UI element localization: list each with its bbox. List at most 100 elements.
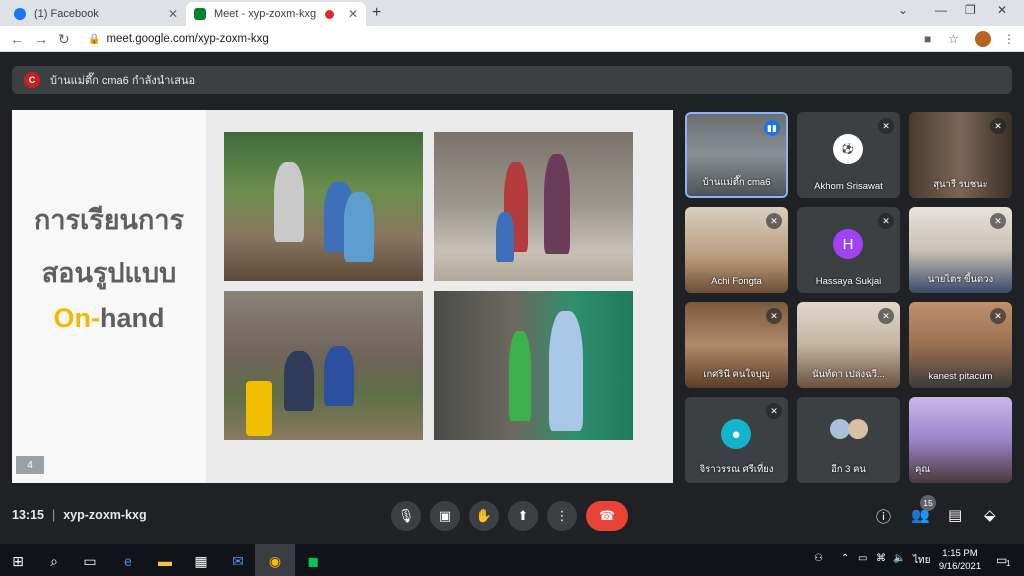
more-participants-tile[interactable]: อีก 3 คน	[797, 397, 900, 483]
page-number: 4	[16, 456, 44, 474]
participant-tile[interactable]: ✕ นันท์ดา เปล่งฉวี...	[797, 302, 900, 388]
slide-photo	[224, 132, 423, 281]
people-icon[interactable]: 👥	[911, 506, 930, 524]
activities-icon[interactable]: ⬙	[984, 506, 996, 524]
camera-button[interactable]: ▣	[430, 501, 460, 531]
slide-title-line: การเรียนการ	[33, 205, 185, 235]
minimize-icon[interactable]: —	[935, 3, 947, 17]
language-indicator[interactable]: ไทย	[913, 553, 930, 568]
participant-name: Achi Fongta	[711, 276, 762, 287]
volume-icon[interactable]: 🔈	[893, 553, 905, 564]
forward-icon[interactable]: →	[34, 31, 48, 47]
tab-facebook[interactable]: (1) Facebook ✕	[6, 2, 186, 26]
network-icon[interactable]: ⌘	[876, 553, 886, 564]
participant-name: คุณ	[915, 464, 931, 475]
slide-photo	[434, 132, 633, 281]
people-tray-icon[interactable]: ⚇	[814, 553, 823, 564]
windows-start-icon[interactable]: ⊞	[9, 552, 27, 570]
back-icon[interactable]: ←	[10, 31, 24, 47]
participant-tile[interactable]: H ✕ Hassaya Sukjai	[797, 207, 900, 293]
mic-off-icon: ✕	[990, 118, 1006, 134]
presentation-slide: การเรียนการ สอนรูปแบบ On-hand 4	[12, 110, 673, 483]
chevron-up-icon[interactable]: ⌃	[841, 553, 849, 564]
end-call-icon: ☎	[598, 508, 616, 523]
participant-tile[interactable]: ✕ สุนารี รบชนะ	[909, 112, 1012, 198]
line-icon[interactable]: ◼	[304, 552, 322, 570]
taskbar	[0, 544, 1024, 576]
browser-tab-strip: (1) Facebook ✕ Meet - xyp-zoxm-kxg ✕ + ⌄…	[0, 0, 1024, 26]
participant-name: นายไตร ขี้นดวง	[927, 274, 994, 285]
avatar[interactable]	[975, 31, 991, 47]
presenter-banner: C บ้านแม่ตึ๊ก cma6 กำลังนำเสนอ	[12, 66, 1012, 94]
facebook-icon	[14, 8, 26, 20]
clock-time: 1:15 PM	[942, 548, 978, 559]
restore-icon[interactable]: ❐	[965, 3, 976, 17]
bookmark-star-icon[interactable]: ☆	[948, 32, 959, 46]
camera-icon[interactable]: ■	[924, 32, 931, 46]
slide-title-word: hand	[100, 303, 165, 333]
meeting-time: 13:15	[12, 508, 44, 522]
more-vert-icon[interactable]: ⋮	[1003, 32, 1015, 46]
mic-off-icon: ✕	[990, 308, 1006, 324]
avatar: ⚽	[833, 134, 863, 164]
camera-icon: ▣	[438, 508, 452, 523]
store-icon[interactable]: ▦	[192, 552, 210, 570]
self-tile[interactable]: คุณ	[909, 397, 1012, 483]
participant-tile[interactable]: ● ✕ จิราวรรณ ศรีเที่ยง	[685, 397, 788, 483]
meeting-details-icon[interactable]: ⓘ	[876, 506, 891, 527]
slide-title-line: สอนรูปแบบ	[41, 258, 177, 288]
participant-tile[interactable]: ✕ Achi Fongta	[685, 207, 788, 293]
url-bar[interactable]: 🔒 meet.google.com/xyp-zoxm-kxg	[80, 29, 930, 49]
participant-name: จิราวรรณ ศรีเที่ยง	[699, 464, 774, 475]
microphone-button[interactable]: 🎙	[391, 501, 421, 531]
window-close-icon[interactable]: ✕	[997, 3, 1007, 17]
recording-icon	[324, 9, 334, 19]
participant-tile[interactable]: ✕ เกศรินี คนใจบุญ	[685, 302, 788, 388]
system-clock[interactable]: 1:15 PM 9/16/2021	[937, 547, 983, 573]
tab-title: Meet - xyp-zoxm-kxg	[214, 8, 317, 20]
slide-photo	[224, 291, 423, 440]
search-icon[interactable]: ⌕	[45, 552, 63, 570]
address-toolbar: ← → ↻ 🔒 meet.google.com/xyp-zoxm-kxg ■ ☆…	[0, 26, 1024, 52]
participant-name: Akhom Srisawat	[814, 181, 883, 192]
url-text: meet.google.com/xyp-zoxm-kxg	[106, 33, 269, 45]
mic-off-icon: ✕	[878, 213, 894, 229]
avatar	[848, 419, 868, 439]
presenter-text: บ้านแม่ตึ๊ก cma6 กำลังนำเสนอ	[50, 75, 196, 87]
reload-icon[interactable]: ↻	[58, 31, 70, 48]
tab-search-icon[interactable]: ⌄	[898, 3, 908, 17]
avatar: H	[833, 229, 863, 259]
participant-tile[interactable]: ✕ kanest pitacum	[909, 302, 1012, 388]
participant-tile[interactable]: ▮▮ บ้านแม่ตึ๊ก cma6	[685, 112, 788, 198]
avatar: C	[24, 72, 40, 88]
avatar	[830, 419, 850, 439]
hand-icon: ✋	[475, 508, 493, 523]
slide-photo	[434, 291, 633, 440]
chat-icon[interactable]: ▤	[948, 506, 962, 524]
new-tab-button[interactable]: +	[372, 4, 381, 22]
close-icon[interactable]: ✕	[348, 7, 358, 21]
participant-tile[interactable]: ✕ นายไตร ขี้นดวง	[909, 207, 1012, 293]
edge-icon[interactable]: e	[119, 552, 137, 570]
tab-title: (1) Facebook	[34, 8, 99, 20]
chrome-icon[interactable]: ◉	[266, 552, 284, 570]
tab-meet[interactable]: Meet - xyp-zoxm-kxg ✕	[186, 2, 366, 26]
battery-icon[interactable]: ▭	[858, 553, 867, 564]
mic-off-icon: ✕	[878, 308, 894, 324]
person-icon: ●	[721, 419, 751, 449]
participant-name: บ้านแม่ตึ๊ก cma6	[702, 177, 771, 188]
slide-title-panel: การเรียนการ สอนรูปแบบ On-hand 4	[12, 110, 206, 483]
raise-hand-button[interactable]: ✋	[469, 501, 499, 531]
present-button[interactable]: ⬆	[508, 501, 538, 531]
participant-name: kanest pitacum	[928, 371, 993, 382]
more-options-button[interactable]: ⋮	[547, 501, 577, 531]
notification-count: 1	[1006, 559, 1011, 568]
file-explorer-icon[interactable]: ▬	[156, 552, 174, 570]
participant-tile[interactable]: ⚽ ✕ Akhom Srisawat	[797, 112, 900, 198]
task-view-icon[interactable]: ▭	[81, 552, 99, 570]
close-icon[interactable]: ✕	[168, 7, 178, 21]
meeting-code: xyp-zoxm-kxg	[63, 508, 147, 522]
mail-icon[interactable]: ✉	[229, 552, 247, 570]
lock-icon[interactable]: 🔒	[88, 34, 100, 45]
leave-call-button[interactable]: ☎	[586, 501, 628, 531]
